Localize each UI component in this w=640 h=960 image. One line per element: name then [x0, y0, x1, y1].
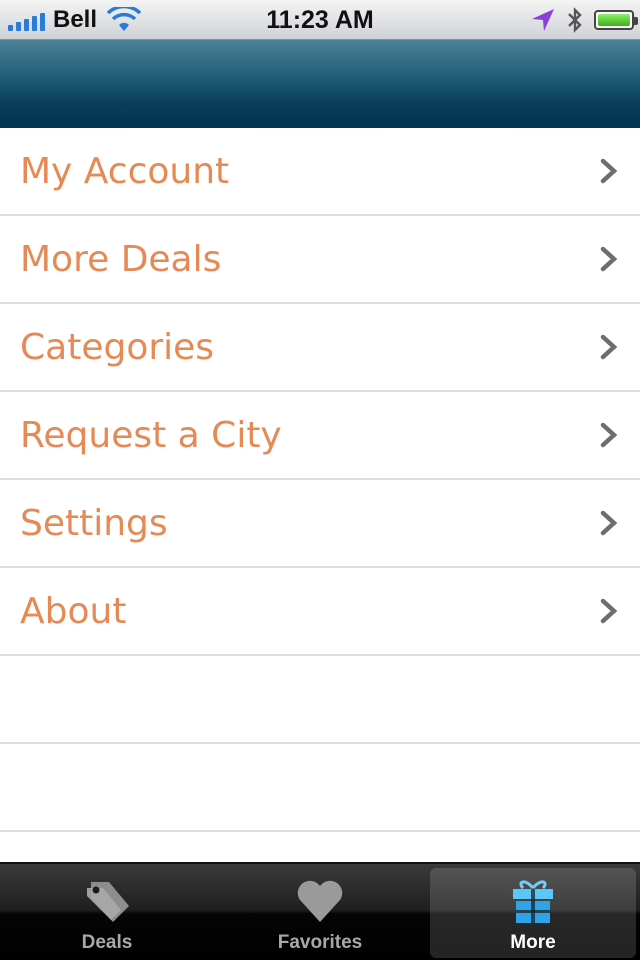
chevron-right-icon	[600, 158, 618, 184]
tab-label: More	[510, 932, 556, 953]
empty-row	[0, 744, 640, 832]
menu-item-label: Settings	[20, 503, 168, 544]
status-bar: Bell 11:23 AM	[0, 0, 640, 40]
menu-item-label: My Account	[20, 151, 230, 192]
chevron-right-icon	[600, 246, 618, 272]
more-menu-list: My Account More Deals Categories Request…	[0, 128, 640, 832]
chevron-right-icon	[600, 510, 618, 536]
chevron-right-icon	[600, 422, 618, 448]
tag-icon	[87, 882, 129, 922]
tab-label: Favorites	[277, 932, 363, 953]
chevron-right-icon	[600, 334, 618, 360]
menu-item-label: Request a City	[20, 415, 282, 456]
menu-item-more-deals[interactable]: More Deals	[0, 216, 640, 304]
gift-icon	[513, 880, 553, 923]
battery-icon	[594, 10, 638, 30]
bluetooth-icon	[568, 7, 582, 33]
heart-icon	[297, 880, 343, 922]
empty-row	[0, 656, 640, 744]
navigation-bar	[0, 40, 640, 128]
tab-label: Deals	[81, 932, 133, 953]
menu-item-my-account[interactable]: My Account	[0, 128, 640, 216]
chevron-right-icon	[600, 598, 618, 624]
tab-more[interactable]: More	[430, 868, 636, 958]
menu-item-request-a-city[interactable]: Request a City	[0, 392, 640, 480]
tab-bar: Deals Favorites More	[0, 862, 640, 960]
menu-item-label: Categories	[20, 327, 215, 368]
status-right	[530, 0, 638, 40]
menu-item-label: More Deals	[20, 239, 222, 280]
location-arrow-icon	[532, 9, 554, 31]
tab-deals[interactable]: Deals	[4, 868, 210, 958]
menu-item-categories[interactable]: Categories	[0, 304, 640, 392]
menu-item-label: About	[20, 591, 127, 632]
menu-item-about[interactable]: About	[0, 568, 640, 656]
tab-favorites[interactable]: Favorites	[217, 868, 423, 958]
menu-item-settings[interactable]: Settings	[0, 480, 640, 568]
